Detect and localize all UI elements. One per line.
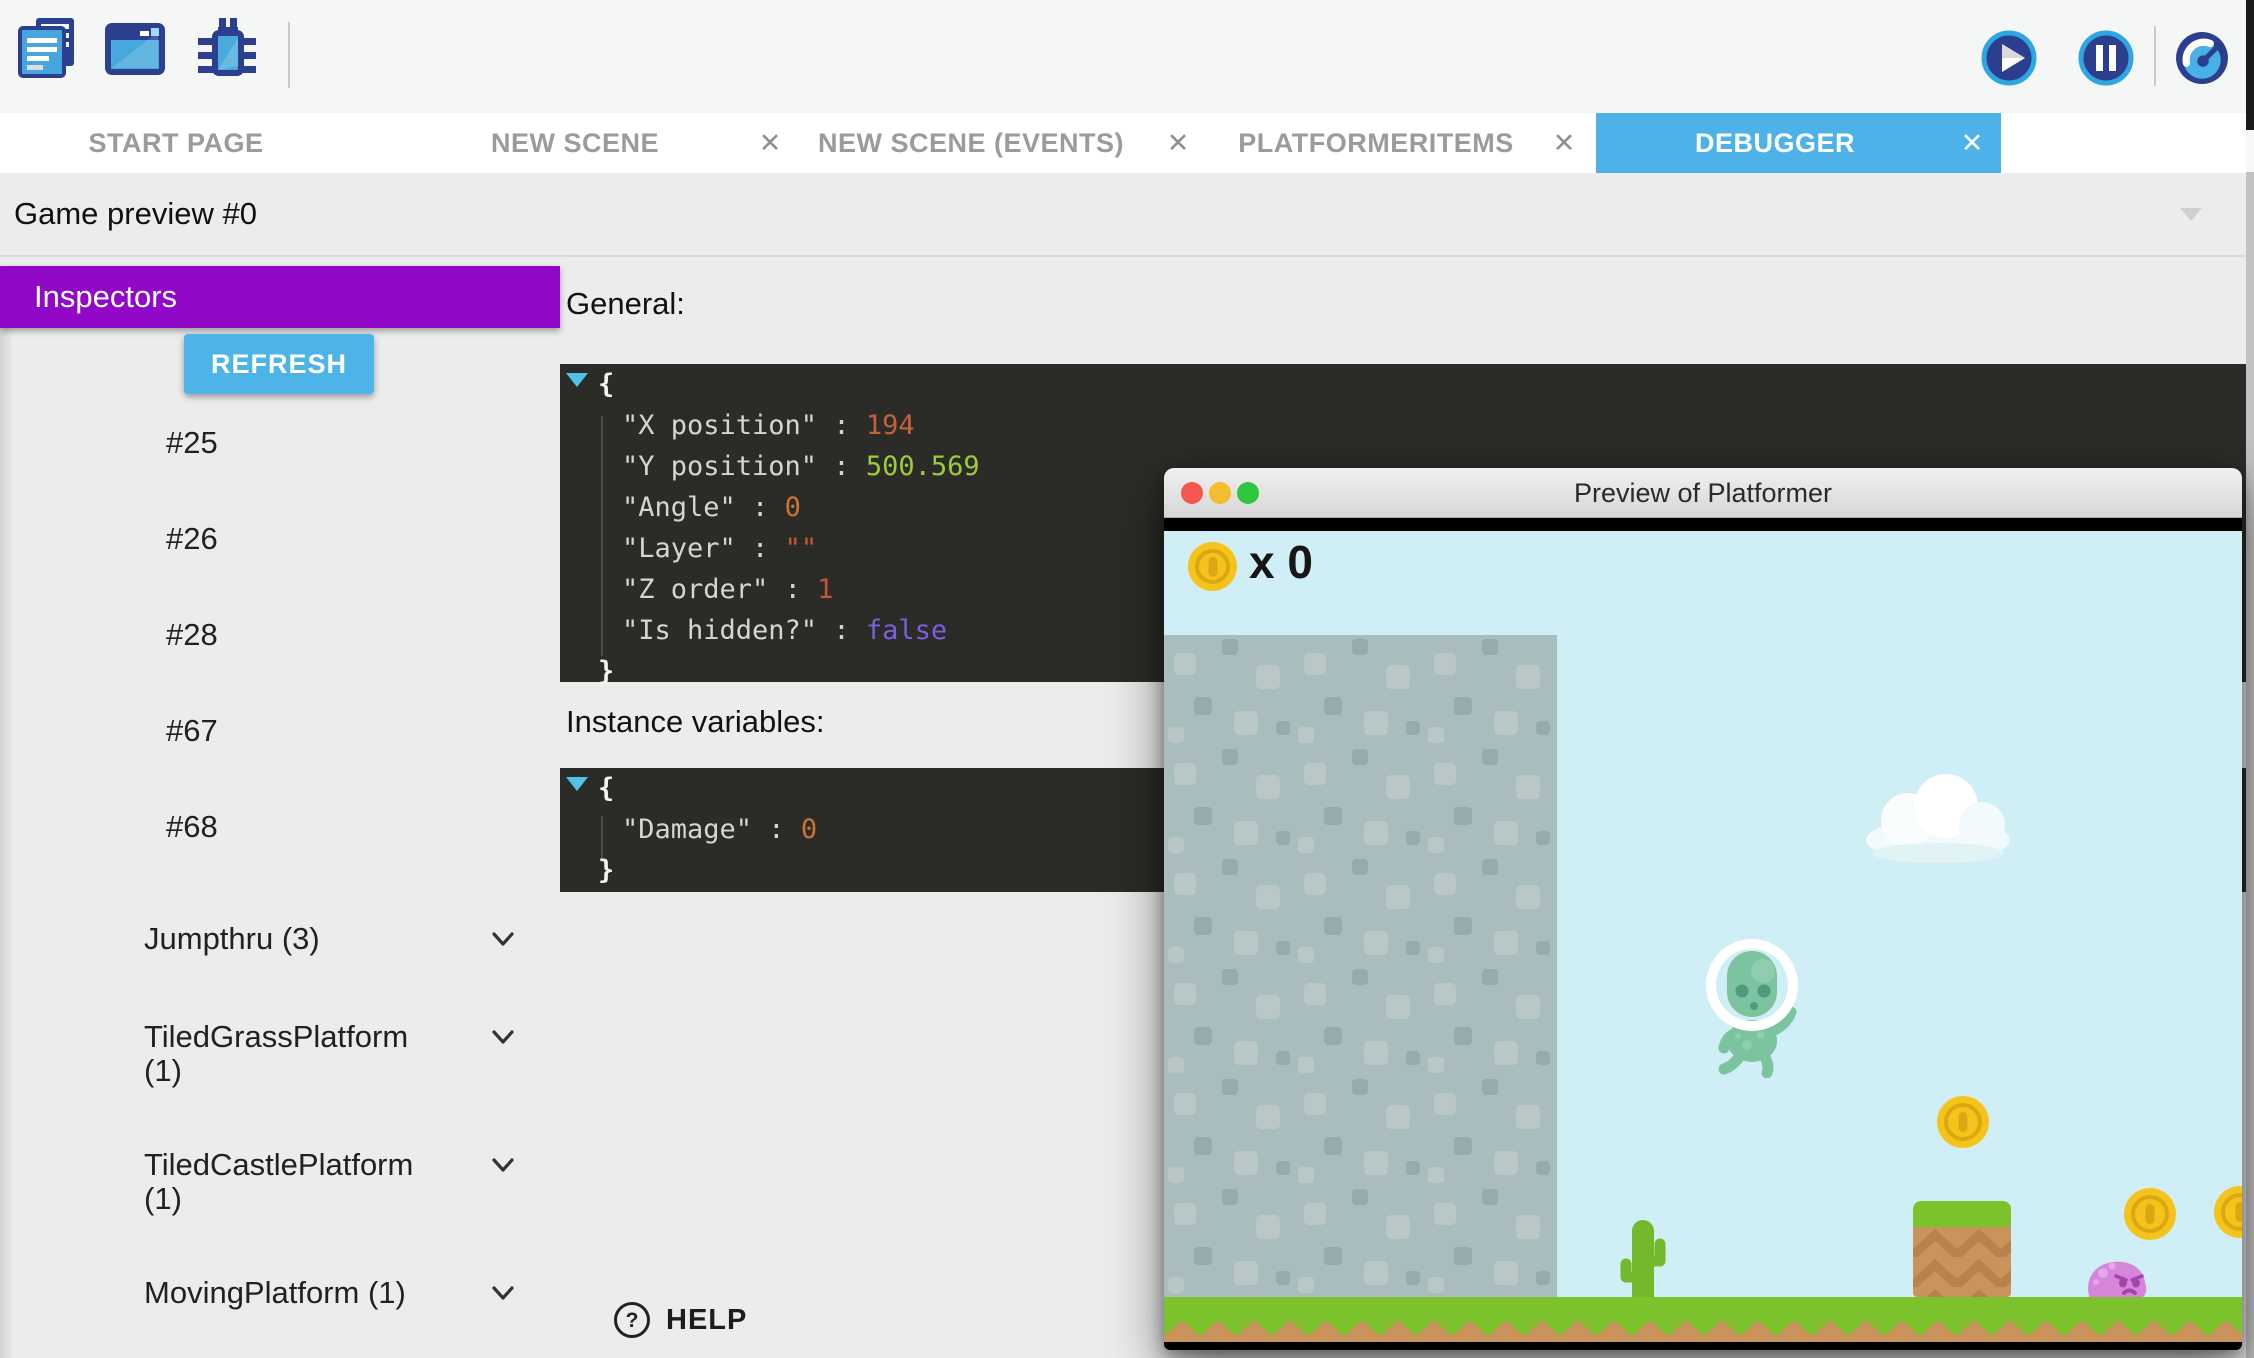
- sidebar-scroll-shadow: [0, 328, 14, 1358]
- preview-window-bottom-edge: [1164, 1342, 2242, 1350]
- json-key: "Damage": [622, 814, 752, 845]
- inspectors-header: Inspectors: [0, 266, 560, 328]
- close-icon[interactable]: ✕: [1961, 113, 1984, 173]
- game-canvas: x 0: [1164, 531, 2242, 1342]
- play-icon[interactable]: [1981, 30, 2037, 86]
- json-separator: :: [736, 533, 785, 564]
- instance-variables-heading: Instance variables:: [566, 704, 824, 740]
- json-open-brace: {: [560, 364, 2246, 405]
- chevron-down-icon[interactable]: [487, 1149, 519, 1181]
- json-value: 0: [801, 814, 817, 845]
- toolbar-divider: [2154, 26, 2156, 86]
- json-value: "": [785, 533, 818, 564]
- preview-window[interactable]: Preview of Platformer: [1164, 468, 2242, 1350]
- ground-dirt: [1164, 1336, 2242, 1342]
- toolbar-divider: [288, 22, 290, 88]
- json-value: 194: [866, 410, 915, 441]
- coin: [2214, 1186, 2242, 1238]
- tab-platformeritems[interactable]: PLATFORMERITEMS: [1238, 113, 1513, 173]
- inspector-group-tiledgrassplatform[interactable]: TiledGrassPlatform (1): [144, 1020, 434, 1088]
- cactus: [1614, 1219, 1672, 1307]
- preview-window-titlebar[interactable]: Preview of Platformer: [1164, 468, 2242, 518]
- inspector-item-26[interactable]: #26: [166, 521, 218, 557]
- json-separator: :: [752, 814, 801, 845]
- json-key: "Angle": [622, 492, 736, 523]
- gdevelop-editor: START PAGE NEW SCENE ✕ NEW SCENE (EVENTS…: [0, 0, 2254, 1358]
- ground-zigzag: [1164, 1318, 2242, 1336]
- inspector-group-jumpthru[interactable]: Jumpthru (3): [144, 922, 434, 956]
- inspector-item-25[interactable]: #25: [166, 425, 218, 461]
- json-key: "Is hidden?": [622, 615, 817, 646]
- inspector-item-68[interactable]: #68: [166, 809, 218, 845]
- json-value: 1: [817, 574, 833, 605]
- alien-player: [1700, 938, 1805, 1078]
- json-separator: :: [817, 451, 866, 482]
- slime-enemy: [2082, 1257, 2152, 1299]
- json-value: 0: [785, 492, 801, 523]
- tab-bar: START PAGE NEW SCENE ✕ NEW SCENE (EVENTS…: [0, 113, 2254, 173]
- json-separator: :: [817, 410, 866, 441]
- debugger-bug-icon[interactable]: [194, 16, 260, 82]
- profiler-gauge-icon[interactable]: [2175, 31, 2229, 85]
- close-window-icon[interactable]: [1181, 482, 1203, 504]
- platform-dirt-body: [1913, 1227, 2011, 1297]
- background-window-edge: [2246, 130, 2254, 172]
- chevron-down-icon[interactable]: [487, 1277, 519, 1309]
- tab-new-scene[interactable]: NEW SCENE: [491, 113, 659, 173]
- main-toolbar: [0, 0, 2254, 113]
- json-key: "Z order": [622, 574, 768, 605]
- minimize-window-icon[interactable]: [1209, 482, 1231, 504]
- tiled-castle-wall: [1164, 635, 1557, 1301]
- general-heading: General:: [566, 286, 685, 322]
- new-window-icon[interactable]: [104, 18, 166, 80]
- tab-debugger[interactable]: DEBUGGER ✕: [1596, 113, 2001, 173]
- refresh-button[interactable]: REFRESH: [184, 334, 374, 394]
- cloud: [1858, 768, 2018, 863]
- json-row-x-position: "X position" : 194: [560, 405, 2246, 446]
- preview-window-title: Preview of Platformer: [1164, 468, 2242, 518]
- coin-counter: x 0: [1249, 535, 1313, 589]
- debugger-target-select[interactable]: Game preview #0: [14, 173, 257, 255]
- chevron-down-icon[interactable]: [487, 1021, 519, 1053]
- platform-grass-cap: [1913, 1201, 2011, 1227]
- divider: [0, 255, 2254, 257]
- inspector-group-movingplatform[interactable]: MovingPlatform (1): [144, 1276, 434, 1310]
- background-window-edge: [2246, 0, 2254, 130]
- svg-text:?: ?: [626, 1309, 639, 1332]
- inspector-item-67[interactable]: #67: [166, 713, 218, 749]
- scrollbar-track[interactable]: [2246, 172, 2254, 1358]
- json-value: 500.569: [866, 451, 980, 482]
- chevron-down-icon[interactable]: [487, 923, 519, 955]
- tab-new-scene-events[interactable]: NEW SCENE (EVENTS): [818, 113, 1124, 173]
- json-key: "Layer": [622, 533, 736, 564]
- json-separator: :: [768, 574, 817, 605]
- json-key: "Y position": [622, 451, 817, 482]
- close-icon[interactable]: ✕: [1167, 113, 1190, 173]
- coin: [2124, 1188, 2176, 1240]
- close-icon[interactable]: ✕: [1553, 113, 1576, 173]
- question-mark-icon: ?: [612, 1300, 652, 1340]
- coin-hud-icon: [1188, 542, 1237, 591]
- preview-letterbox: [1164, 518, 2242, 531]
- coin: [1937, 1096, 1989, 1148]
- pause-icon[interactable]: [2078, 30, 2134, 86]
- tab-start-page[interactable]: START PAGE: [88, 113, 263, 173]
- castle-platform-block: [1913, 1201, 2011, 1297]
- json-separator: :: [736, 492, 785, 523]
- tab-debugger-label: DEBUGGER: [1695, 113, 1855, 173]
- zoom-window-icon[interactable]: [1237, 482, 1259, 504]
- inspector-group-tiledcastleplatform[interactable]: TiledCastlePlatform (1): [144, 1148, 434, 1216]
- help-label: HELP: [666, 1304, 747, 1337]
- close-icon[interactable]: ✕: [759, 113, 782, 173]
- help-button[interactable]: ? HELP: [612, 1300, 747, 1340]
- chevron-down-icon[interactable]: [2180, 208, 2202, 221]
- json-separator: :: [817, 615, 866, 646]
- inspector-item-28[interactable]: #28: [166, 617, 218, 653]
- ground-grass: [1164, 1297, 2242, 1318]
- project-manager-icon[interactable]: [16, 16, 80, 80]
- json-value: false: [866, 615, 947, 646]
- json-key: "X position": [622, 410, 817, 441]
